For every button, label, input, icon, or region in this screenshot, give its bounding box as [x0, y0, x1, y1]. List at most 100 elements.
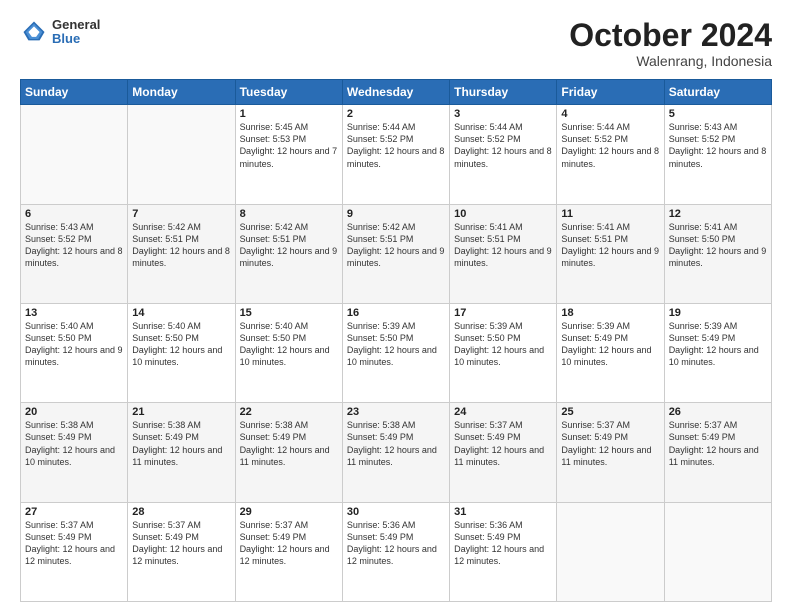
calendar-cell: 20Sunrise: 5:38 AM Sunset: 5:49 PM Dayli…: [21, 403, 128, 502]
calendar-week-5: 27Sunrise: 5:37 AM Sunset: 5:49 PM Dayli…: [21, 502, 772, 601]
calendar-cell: 10Sunrise: 5:41 AM Sunset: 5:51 PM Dayli…: [450, 204, 557, 303]
calendar-cell: 28Sunrise: 5:37 AM Sunset: 5:49 PM Dayli…: [128, 502, 235, 601]
calendar-cell: 24Sunrise: 5:37 AM Sunset: 5:49 PM Dayli…: [450, 403, 557, 502]
month-year: October 2024: [569, 18, 772, 53]
day-number: 7: [132, 208, 230, 220]
calendar-cell: 9Sunrise: 5:42 AM Sunset: 5:51 PM Daylig…: [342, 204, 449, 303]
day-info: Sunrise: 5:42 AM Sunset: 5:51 PM Dayligh…: [347, 221, 445, 270]
calendar-week-1: 1Sunrise: 5:45 AM Sunset: 5:53 PM Daylig…: [21, 105, 772, 204]
calendar-cell: 30Sunrise: 5:36 AM Sunset: 5:49 PM Dayli…: [342, 502, 449, 601]
day-of-week-saturday: Saturday: [664, 80, 771, 105]
day-info: Sunrise: 5:41 AM Sunset: 5:51 PM Dayligh…: [454, 221, 552, 270]
calendar-cell: 2Sunrise: 5:44 AM Sunset: 5:52 PM Daylig…: [342, 105, 449, 204]
day-info: Sunrise: 5:37 AM Sunset: 5:49 PM Dayligh…: [561, 419, 659, 468]
page: General Blue October 2024 Walenrang, Ind…: [0, 0, 792, 612]
calendar-cell: 27Sunrise: 5:37 AM Sunset: 5:49 PM Dayli…: [21, 502, 128, 601]
calendar-cell: 7Sunrise: 5:42 AM Sunset: 5:51 PM Daylig…: [128, 204, 235, 303]
location: Walenrang, Indonesia: [569, 53, 772, 69]
day-number: 16: [347, 307, 445, 319]
day-info: Sunrise: 5:41 AM Sunset: 5:50 PM Dayligh…: [669, 221, 767, 270]
calendar-cell: 18Sunrise: 5:39 AM Sunset: 5:49 PM Dayli…: [557, 303, 664, 402]
logo-general: General: [52, 18, 100, 32]
day-number: 4: [561, 108, 659, 120]
day-info: Sunrise: 5:36 AM Sunset: 5:49 PM Dayligh…: [454, 519, 552, 568]
day-number: 26: [669, 406, 767, 418]
day-info: Sunrise: 5:37 AM Sunset: 5:49 PM Dayligh…: [132, 519, 230, 568]
calendar-cell: 26Sunrise: 5:37 AM Sunset: 5:49 PM Dayli…: [664, 403, 771, 502]
day-info: Sunrise: 5:36 AM Sunset: 5:49 PM Dayligh…: [347, 519, 445, 568]
day-info: Sunrise: 5:37 AM Sunset: 5:49 PM Dayligh…: [240, 519, 338, 568]
day-number: 25: [561, 406, 659, 418]
day-info: Sunrise: 5:37 AM Sunset: 5:49 PM Dayligh…: [25, 519, 123, 568]
calendar-cell: 1Sunrise: 5:45 AM Sunset: 5:53 PM Daylig…: [235, 105, 342, 204]
calendar-cell: 22Sunrise: 5:38 AM Sunset: 5:49 PM Dayli…: [235, 403, 342, 502]
calendar-cell: 3Sunrise: 5:44 AM Sunset: 5:52 PM Daylig…: [450, 105, 557, 204]
calendar-cell: [557, 502, 664, 601]
day-number: 22: [240, 406, 338, 418]
logo-text: General Blue: [52, 18, 100, 47]
calendar-table: SundayMondayTuesdayWednesdayThursdayFrid…: [20, 79, 772, 602]
day-number: 11: [561, 208, 659, 220]
day-number: 2: [347, 108, 445, 120]
calendar-week-2: 6Sunrise: 5:43 AM Sunset: 5:52 PM Daylig…: [21, 204, 772, 303]
calendar-cell: 19Sunrise: 5:39 AM Sunset: 5:49 PM Dayli…: [664, 303, 771, 402]
calendar-cell: 21Sunrise: 5:38 AM Sunset: 5:49 PM Dayli…: [128, 403, 235, 502]
calendar-cell: 25Sunrise: 5:37 AM Sunset: 5:49 PM Dayli…: [557, 403, 664, 502]
day-number: 28: [132, 506, 230, 518]
generalblue-icon: [20, 18, 48, 46]
day-number: 6: [25, 208, 123, 220]
calendar-cell: 23Sunrise: 5:38 AM Sunset: 5:49 PM Dayli…: [342, 403, 449, 502]
calendar-cell: 4Sunrise: 5:44 AM Sunset: 5:52 PM Daylig…: [557, 105, 664, 204]
logo: General Blue: [20, 18, 100, 47]
day-info: Sunrise: 5:44 AM Sunset: 5:52 PM Dayligh…: [347, 121, 445, 170]
day-info: Sunrise: 5:44 AM Sunset: 5:52 PM Dayligh…: [561, 121, 659, 170]
calendar-cell: 16Sunrise: 5:39 AM Sunset: 5:50 PM Dayli…: [342, 303, 449, 402]
day-info: Sunrise: 5:38 AM Sunset: 5:49 PM Dayligh…: [132, 419, 230, 468]
day-number: 14: [132, 307, 230, 319]
day-info: Sunrise: 5:39 AM Sunset: 5:49 PM Dayligh…: [669, 320, 767, 369]
day-number: 27: [25, 506, 123, 518]
day-info: Sunrise: 5:39 AM Sunset: 5:50 PM Dayligh…: [347, 320, 445, 369]
day-of-week-sunday: Sunday: [21, 80, 128, 105]
day-number: 12: [669, 208, 767, 220]
calendar-cell: [128, 105, 235, 204]
day-number: 1: [240, 108, 338, 120]
day-info: Sunrise: 5:42 AM Sunset: 5:51 PM Dayligh…: [240, 221, 338, 270]
day-number: 18: [561, 307, 659, 319]
day-of-week-wednesday: Wednesday: [342, 80, 449, 105]
day-info: Sunrise: 5:37 AM Sunset: 5:49 PM Dayligh…: [454, 419, 552, 468]
calendar-cell: 15Sunrise: 5:40 AM Sunset: 5:50 PM Dayli…: [235, 303, 342, 402]
day-info: Sunrise: 5:37 AM Sunset: 5:49 PM Dayligh…: [669, 419, 767, 468]
calendar-cell: 31Sunrise: 5:36 AM Sunset: 5:49 PM Dayli…: [450, 502, 557, 601]
day-info: Sunrise: 5:45 AM Sunset: 5:53 PM Dayligh…: [240, 121, 338, 170]
day-of-week-tuesday: Tuesday: [235, 80, 342, 105]
day-number: 15: [240, 307, 338, 319]
day-number: 3: [454, 108, 552, 120]
calendar-cell: 5Sunrise: 5:43 AM Sunset: 5:52 PM Daylig…: [664, 105, 771, 204]
day-info: Sunrise: 5:39 AM Sunset: 5:50 PM Dayligh…: [454, 320, 552, 369]
calendar-cell: 6Sunrise: 5:43 AM Sunset: 5:52 PM Daylig…: [21, 204, 128, 303]
day-info: Sunrise: 5:39 AM Sunset: 5:49 PM Dayligh…: [561, 320, 659, 369]
day-number: 5: [669, 108, 767, 120]
day-info: Sunrise: 5:42 AM Sunset: 5:51 PM Dayligh…: [132, 221, 230, 270]
day-number: 9: [347, 208, 445, 220]
calendar-cell: 11Sunrise: 5:41 AM Sunset: 5:51 PM Dayli…: [557, 204, 664, 303]
day-number: 21: [132, 406, 230, 418]
day-info: Sunrise: 5:40 AM Sunset: 5:50 PM Dayligh…: [25, 320, 123, 369]
calendar-cell: 17Sunrise: 5:39 AM Sunset: 5:50 PM Dayli…: [450, 303, 557, 402]
day-number: 30: [347, 506, 445, 518]
day-number: 24: [454, 406, 552, 418]
day-of-week-monday: Monday: [128, 80, 235, 105]
day-number: 13: [25, 307, 123, 319]
day-number: 19: [669, 307, 767, 319]
day-number: 17: [454, 307, 552, 319]
day-info: Sunrise: 5:41 AM Sunset: 5:51 PM Dayligh…: [561, 221, 659, 270]
calendar-header-row: SundayMondayTuesdayWednesdayThursdayFrid…: [21, 80, 772, 105]
day-number: 10: [454, 208, 552, 220]
day-number: 31: [454, 506, 552, 518]
title-block: October 2024 Walenrang, Indonesia: [569, 18, 772, 69]
day-of-week-friday: Friday: [557, 80, 664, 105]
calendar-cell: 12Sunrise: 5:41 AM Sunset: 5:50 PM Dayli…: [664, 204, 771, 303]
day-info: Sunrise: 5:38 AM Sunset: 5:49 PM Dayligh…: [347, 419, 445, 468]
day-number: 23: [347, 406, 445, 418]
